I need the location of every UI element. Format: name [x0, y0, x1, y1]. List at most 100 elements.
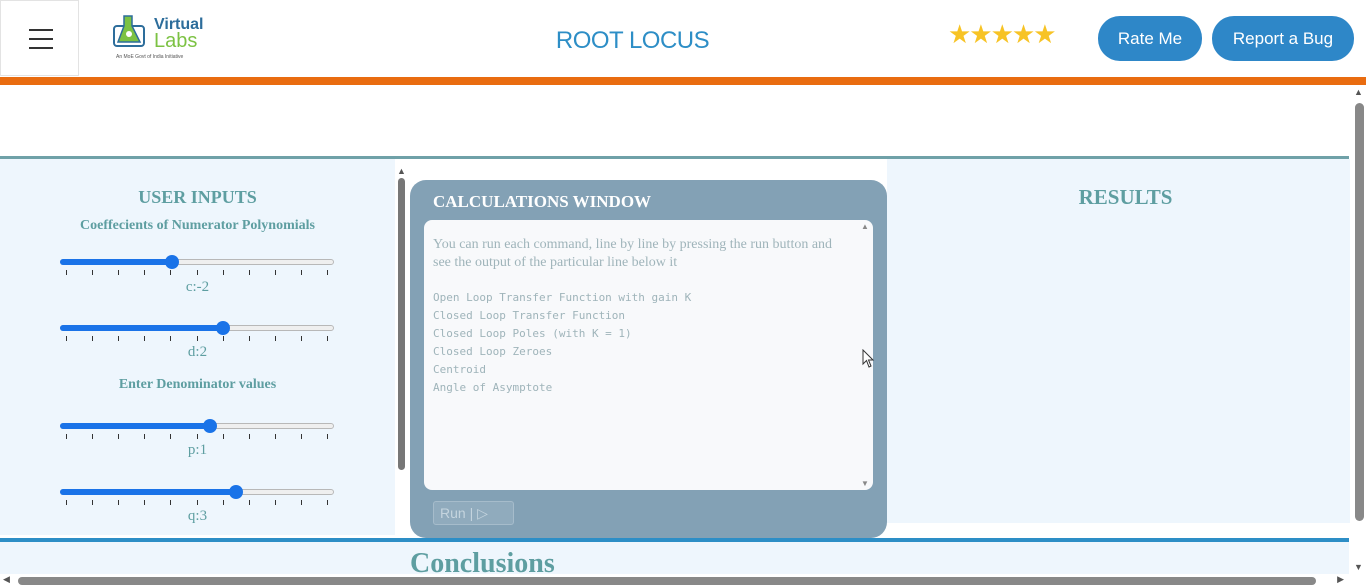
calculations-output-box[interactable]: You can run each command, line by line b…	[424, 220, 873, 490]
slider-tick	[66, 270, 67, 275]
calculations-title: CALCULATIONS WINDOW	[433, 192, 652, 211]
slider-tick	[66, 336, 67, 341]
command-line[interactable]: Closed Loop Transfer Function	[433, 307, 691, 325]
scroll-up-icon[interactable]: ▲	[861, 222, 869, 231]
inputs-scrollbar[interactable]: ▲	[396, 166, 406, 476]
scroll-left-icon[interactable]: ◀	[3, 574, 10, 585]
slider-tick	[170, 434, 171, 439]
slider-tick	[223, 336, 224, 341]
slider-q-label: q:3	[187, 508, 208, 524]
slider-knob[interactable]	[165, 255, 179, 269]
slider-tick	[92, 270, 93, 275]
header-divider	[0, 77, 1366, 85]
slider-tick	[223, 270, 224, 275]
numerator-heading: Coeffecients of Numerator Polynomials	[80, 218, 315, 233]
denominator-heading: Enter Denominator values	[118, 377, 277, 392]
page-vertical-scrollbar[interactable]: ▲ ▼	[1350, 85, 1366, 574]
slider-tick	[301, 336, 302, 341]
calculations-window: CALCULATIONS WINDOW You can run each com…	[410, 180, 887, 538]
scroll-down-icon[interactable]: ▼	[861, 479, 869, 488]
slider-tick	[223, 434, 224, 439]
slider-tick	[92, 500, 93, 505]
slider-d[interactable]	[60, 321, 334, 335]
logo-text-labs: Labs	[154, 30, 198, 52]
menu-line-icon	[29, 47, 53, 49]
command-line[interactable]: Closed Loop Zeroes	[433, 343, 691, 361]
calculations-description: You can run each command, line by line b…	[433, 237, 833, 270]
slider-tick	[197, 336, 198, 341]
star-rating-icon: ★★★★★	[948, 19, 1057, 49]
page-title: ROOT LOCUS	[555, 27, 710, 54]
run-button[interactable]: Run | ▷	[433, 501, 514, 525]
slider-tick	[327, 336, 328, 341]
slider-tick	[275, 270, 276, 275]
slider-q[interactable]	[60, 485, 334, 499]
slider-tick	[327, 500, 328, 505]
slider-tick	[301, 434, 302, 439]
slider-tick	[275, 434, 276, 439]
lab-flask-icon	[113, 15, 145, 47]
slider-tick	[327, 270, 328, 275]
virtual-labs-logo[interactable]: Virtual Labs An MoE Govt of India Initia…	[110, 12, 204, 64]
slider-ticks	[66, 270, 328, 276]
slider-tick	[92, 336, 93, 341]
slider-tick	[66, 434, 67, 439]
slider-p[interactable]	[60, 419, 334, 433]
conclusions-section: Conclusions	[0, 542, 1349, 574]
conclusions-title: Conclusions	[410, 548, 555, 574]
command-line[interactable]: Angle of Asymptote	[433, 379, 691, 397]
slider-tick	[144, 434, 145, 439]
command-line[interactable]: Open Loop Transfer Function with gain K	[433, 289, 691, 307]
slider-tick	[170, 270, 171, 275]
slider-tick	[92, 434, 93, 439]
slider-tick	[301, 270, 302, 275]
scroll-right-icon[interactable]: ▶	[1337, 574, 1344, 585]
menu-line-icon	[29, 29, 53, 31]
report-bug-button[interactable]: Report a Bug	[1212, 16, 1354, 61]
slider-p-label: p:1	[187, 442, 208, 458]
rating-stars[interactable]: ★★★★★	[948, 19, 1057, 49]
command-line[interactable]: Closed Loop Poles (with K = 1)	[433, 325, 691, 343]
slider-c-label: c:-2	[185, 279, 210, 295]
slider-tick	[197, 434, 198, 439]
command-list: Open Loop Transfer Function with gain K …	[433, 289, 691, 397]
page-horizontal-scrollbar[interactable]: ◀ ▶	[0, 574, 1366, 588]
slider-knob[interactable]	[216, 321, 230, 335]
scroll-up-icon[interactable]: ▲	[1354, 87, 1363, 97]
results-title: RESULTS	[1078, 185, 1173, 209]
slider-tick	[275, 500, 276, 505]
slider-knob[interactable]	[229, 485, 243, 499]
slider-tick	[118, 270, 119, 275]
slider-c[interactable]	[60, 255, 334, 269]
app-header: Virtual Labs An MoE Govt of India Initia…	[0, 0, 1366, 77]
slider-ticks	[66, 336, 328, 342]
slider-knob[interactable]	[203, 419, 217, 433]
menu-line-icon	[29, 38, 53, 40]
scrollbar-thumb[interactable]	[1355, 103, 1364, 521]
slider-tick	[170, 500, 171, 505]
scrollbar-thumb[interactable]	[18, 577, 1316, 585]
slider-tick	[144, 270, 145, 275]
slider-tick	[144, 336, 145, 341]
slider-tick	[249, 336, 250, 341]
command-line[interactable]: Centroid	[433, 361, 691, 379]
slider-tick	[197, 500, 198, 505]
slider-ticks	[66, 500, 328, 506]
slider-tick	[327, 434, 328, 439]
scroll-down-icon[interactable]: ▼	[1354, 562, 1363, 572]
scroll-up-icon[interactable]: ▲	[397, 166, 406, 176]
slider-tick	[118, 434, 119, 439]
slider-tick	[197, 270, 198, 275]
rate-me-button[interactable]: Rate Me	[1098, 16, 1202, 61]
hamburger-menu-button[interactable]	[0, 0, 79, 76]
scrollbar-thumb[interactable]	[398, 178, 405, 470]
slider-tick	[170, 336, 171, 341]
logo-tagline: An MoE Govt of India Initiative	[116, 54, 184, 60]
slider-tick	[301, 500, 302, 505]
results-panel	[887, 159, 1350, 523]
mouse-cursor-icon	[862, 349, 875, 368]
slider-tick	[223, 500, 224, 505]
slider-tick	[118, 500, 119, 505]
slider-tick	[249, 500, 250, 505]
slider-tick	[66, 500, 67, 505]
